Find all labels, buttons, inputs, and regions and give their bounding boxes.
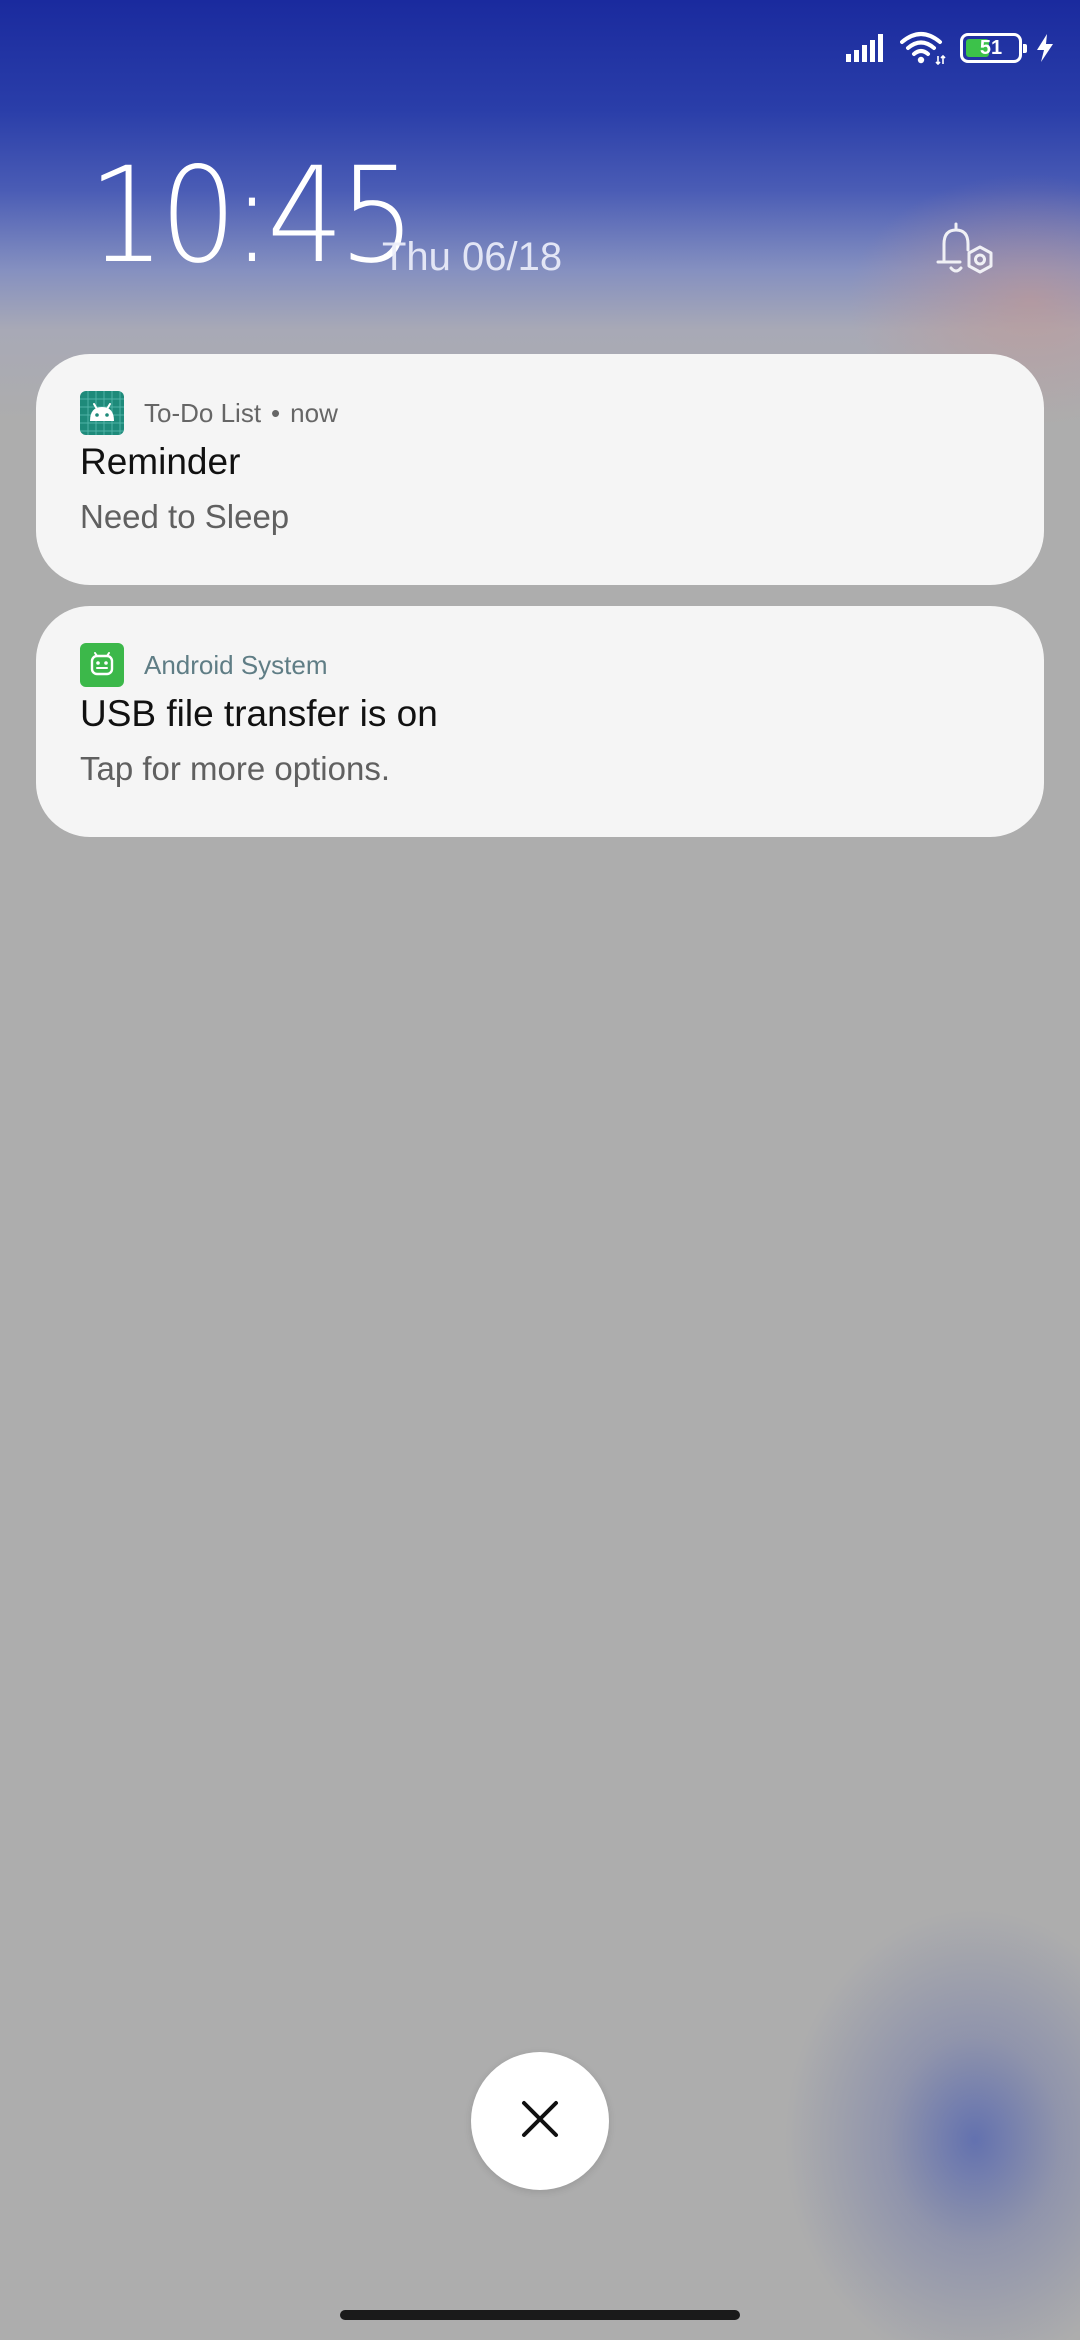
- notification-card-todo[interactable]: To-Do List • now Reminder Need to Sleep: [36, 354, 1044, 585]
- dismiss-all-button[interactable]: [471, 2052, 609, 2190]
- wifi-icon: [900, 31, 946, 65]
- notification-title: USB file transfer is on: [80, 693, 438, 734]
- app-name: Android System: [144, 649, 328, 680]
- battery-indicator: 51: [960, 33, 1027, 63]
- notification-header: To-Do List • now: [80, 390, 338, 436]
- battery-level: 51: [979, 37, 1003, 59]
- status-bar: 51: [846, 28, 1054, 68]
- notification-title: Reminder: [80, 441, 241, 482]
- notification-header: Android System: [80, 642, 328, 688]
- wallpaper: [0, 0, 1080, 2340]
- notification-body: Need to Sleep: [80, 498, 290, 535]
- notification-time: now: [290, 397, 338, 428]
- charging-bolt-icon: [1036, 34, 1054, 62]
- notification-card-android-system[interactable]: Android System USB file transfer is on T…: [36, 606, 1044, 837]
- notification-body: Tap for more options.: [80, 750, 390, 787]
- bell-settings-icon[interactable]: [930, 220, 1000, 282]
- lock-screen-clock: 10:45: [88, 139, 416, 293]
- close-icon: [520, 2099, 560, 2144]
- battery-cap: [1023, 44, 1027, 53]
- home-indicator[interactable]: [340, 2310, 740, 2320]
- lock-screen-date: Thu 06/18: [382, 235, 563, 279]
- app-name: To-Do List: [144, 397, 262, 428]
- cellular-signal-icon: [846, 34, 886, 62]
- header-separator: •: [271, 397, 281, 428]
- android-system-icon: [80, 643, 124, 687]
- android-robot-icon: [80, 391, 124, 435]
